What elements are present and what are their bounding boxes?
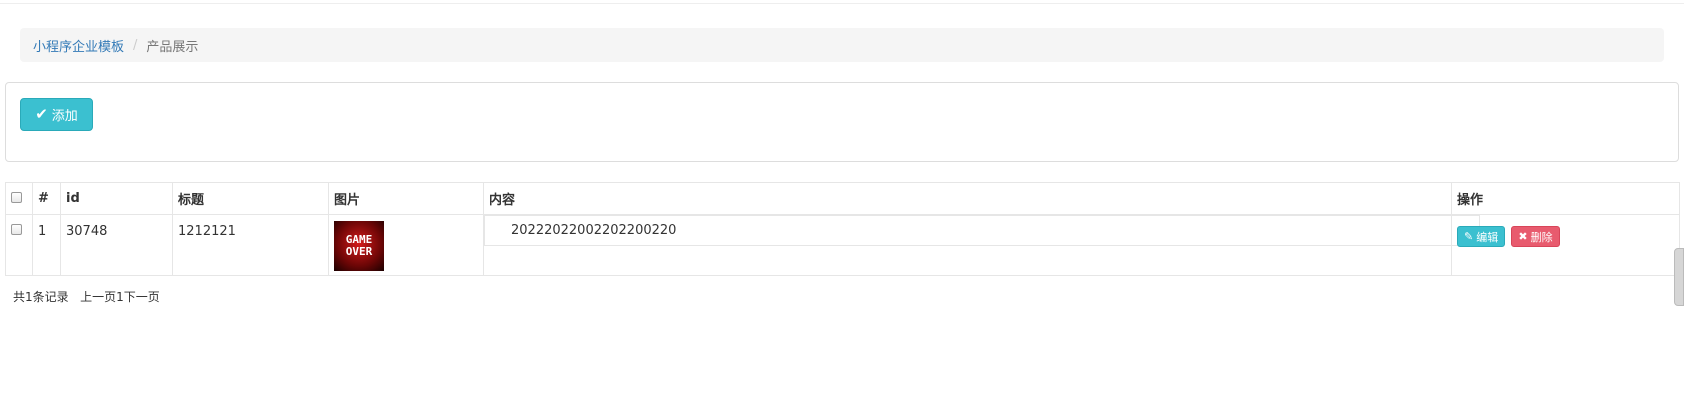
header-number: #: [32, 182, 61, 215]
header-action: 操作: [1451, 182, 1680, 215]
row-checkbox[interactable]: [11, 224, 22, 235]
next-page-link[interactable]: 下一页: [124, 290, 160, 304]
pagination: 共1条记录 上一页1下一页: [13, 288, 160, 305]
breadcrumb: 小程序企业模板 / 产品展示: [20, 28, 1664, 62]
delete-button-label: 删除: [1530, 230, 1553, 244]
top-divider: [0, 3, 1684, 4]
breadcrumb-separator: /: [133, 37, 138, 53]
select-all-checkbox[interactable]: [11, 192, 22, 203]
row-action-cell: ✎ 编辑 ✖ 删除: [1451, 214, 1680, 276]
record-count: 共1条记录: [13, 290, 69, 304]
add-button[interactable]: ✔ 添加: [20, 98, 93, 131]
table-row: 1 30748 1212121 GAME OVER 20222022002202…: [5, 214, 1680, 276]
header-content: 内容: [483, 182, 1452, 215]
product-table: # id 标题 图片 内容 操作 1 30748 1212121 GAME OV…: [5, 182, 1680, 276]
product-table-wrapper: # id 标题 图片 内容 操作 1 30748 1212121 GAME OV…: [5, 182, 1680, 276]
row-content-cell: 20222022002202200220: [483, 214, 1480, 276]
check-icon: ✔: [35, 105, 48, 123]
product-thumbnail[interactable]: GAME OVER: [334, 221, 384, 271]
thumbnail-text-line-2: OVER: [345, 245, 373, 258]
edit-button[interactable]: ✎ 编辑: [1457, 226, 1506, 247]
add-button-label: 添加: [51, 109, 78, 124]
table-header-row: # id 标题 图片 内容 操作: [5, 182, 1680, 215]
prev-page-link[interactable]: 上一页: [80, 290, 116, 304]
header-image: 图片: [328, 182, 484, 215]
header-select-all: [5, 182, 33, 215]
breadcrumb-current: 产品展示: [146, 39, 199, 55]
breadcrumb-home-link[interactable]: 小程序企业模板: [33, 36, 124, 55]
delete-button[interactable]: ✖ 删除: [1511, 226, 1560, 247]
edit-icon: ✎: [1464, 230, 1474, 243]
close-icon: ✖: [1518, 230, 1528, 243]
current-page: 1: [116, 290, 124, 304]
row-id: 30748: [60, 214, 173, 276]
header-title: 标题: [172, 182, 329, 215]
edit-button-label: 编辑: [1476, 230, 1499, 244]
row-title: 1212121: [172, 214, 329, 276]
toolbar-panel: ✔ 添加: [5, 82, 1679, 162]
row-select-cell: [5, 214, 33, 276]
header-id: id: [60, 182, 173, 215]
row-content: 20222022002202200220: [484, 215, 1480, 246]
scrollbar-handle[interactable]: [1674, 248, 1684, 306]
row-image-cell: GAME OVER: [328, 214, 484, 276]
row-number: 1: [32, 214, 61, 276]
